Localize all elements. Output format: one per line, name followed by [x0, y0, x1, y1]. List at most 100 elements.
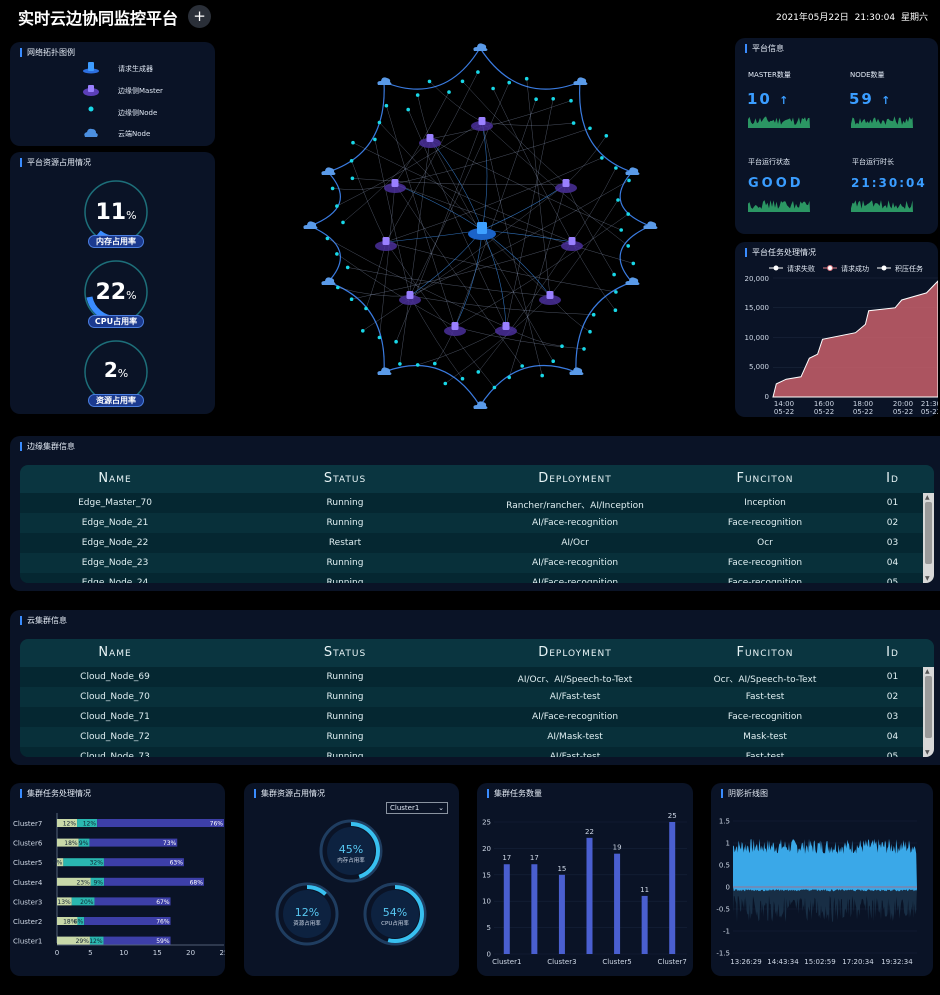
- link: [492, 88, 573, 243]
- col-function[interactable]: Funciton: [670, 471, 860, 486]
- table-cell: Edge_Node_21: [81, 518, 149, 528]
- add-button[interactable]: +: [188, 5, 211, 28]
- cluster-select[interactable]: Cluster1 ⌄: [386, 802, 448, 814]
- x-tick: 05-22: [921, 408, 938, 416]
- cloud-icon: [377, 77, 392, 85]
- table-cell: Restart: [328, 538, 362, 548]
- table-cell: AI/Face-recognition: [531, 558, 619, 568]
- node-dot: [349, 297, 354, 302]
- node-dot: [345, 265, 350, 270]
- master-icon: [399, 291, 421, 305]
- master-sparkline: [748, 116, 810, 128]
- table-cell: Cloud_Node_73: [80, 752, 150, 757]
- legend-item-fail[interactable]: 请求失败: [769, 264, 815, 273]
- task-area-chart: 请求失败 请求成功 积压任务 20,000 15,000 10,000 5,00…: [745, 264, 938, 416]
- table-row[interactable]: Edge_Node_23 Running AI/Face-recognition Fa…: [20, 553, 923, 573]
- col-id[interactable]: Id: [860, 645, 925, 660]
- node-dot: [433, 361, 437, 366]
- x-tick: 14:43:34: [767, 958, 799, 966]
- ring-value: 12%: [295, 906, 319, 919]
- shadow-line-panel: 阴影折线图 1.5 1 0.5 0 -0.5 -1 -1.5 13:26:29 14:43:34…: [711, 783, 933, 976]
- table-row[interactable]: Cloud_Node_72 Running AI/Mask-test Mask-tes…: [20, 727, 923, 747]
- wave-series: [733, 838, 917, 892]
- category-label: Cluster4: [13, 879, 43, 887]
- cluster-count-chart: 0 5 10 15 20 25 17 Cluster1 17 15 Cluster3 22 19 Clus…: [482, 812, 687, 966]
- bar-label: 12%: [83, 821, 97, 828]
- category-label: Cluster5: [13, 859, 42, 867]
- col-deployment[interactable]: Deployment: [480, 645, 670, 660]
- sparkline-area: [851, 116, 913, 128]
- table-row[interactable]: Edge_Node_24 Running AI/Face-recognition Fa…: [20, 573, 923, 583]
- scrollbar[interactable]: ▲ ▼: [923, 667, 934, 757]
- scrollbar[interactable]: ▲ ▼: [923, 493, 934, 583]
- node-dot: [384, 103, 389, 108]
- col-status[interactable]: Status: [210, 645, 480, 660]
- status-label: 平台运行状态: [748, 158, 790, 166]
- col-deployment[interactable]: Deployment: [480, 471, 670, 486]
- col-name[interactable]: Name: [20, 471, 210, 486]
- x-tick: 05-22: [893, 408, 913, 416]
- bar-label: 59%: [156, 938, 170, 945]
- master-icon: [444, 322, 466, 336]
- table-cell: Running: [326, 692, 364, 702]
- y-tick: 25: [482, 819, 491, 827]
- cluster-task-panel: 集群任务处理情况 Cluster7 12% 12% 76% Cluster6 18% 9% 7…: [10, 783, 225, 976]
- x-tick: 15: [153, 949, 162, 957]
- up-arrow-icon: ↑: [881, 94, 893, 107]
- legend-item-backlog[interactable]: 积压任务: [877, 264, 923, 273]
- edge-cluster-table: Name Status Deployment Funciton Id Edge_…: [20, 465, 934, 583]
- node-dot: [520, 364, 524, 368]
- table-header: Name Status Deployment Funciton Id: [20, 639, 934, 667]
- table-cell: Cloud_Node_69: [80, 672, 150, 682]
- generator-icon: [468, 222, 496, 240]
- table-cell: Edge_Master_70: [78, 498, 152, 508]
- table-cell: 04: [886, 732, 899, 742]
- table-cell: AI/Face-recognition: [531, 578, 619, 583]
- x-tick: 20:00: [893, 400, 913, 408]
- table-header: Name Status Deployment Funciton Id: [20, 465, 934, 493]
- x-tick: Cluster7: [658, 958, 687, 966]
- table-row[interactable]: Edge_Node_22 Restart AI/Ocr Ocr 03: [20, 533, 923, 553]
- x-tick: 05-22: [814, 408, 834, 416]
- col-status[interactable]: Status: [210, 471, 480, 486]
- table-row[interactable]: Edge_Master_70 Running Rancher/rancher、AI/…: [20, 493, 923, 513]
- col-function[interactable]: Funciton: [670, 645, 860, 660]
- table-row[interactable]: Cloud_Node_70 Running AI/Fast-test Fast-tes…: [20, 687, 923, 707]
- edge-cluster-title: 边缘集群信息: [20, 442, 75, 451]
- link: [481, 121, 543, 376]
- memory-gauge: 11% 内存占用率: [82, 178, 150, 248]
- table-row[interactable]: Edge_Node_21 Running AI/Face-recognition Fa…: [20, 513, 923, 533]
- node-dot: [349, 159, 354, 163]
- bar-label: 29%: [76, 938, 90, 945]
- node-dot: [415, 363, 420, 367]
- datetime: 2021年05月22日 21:30:04 星期六: [776, 13, 928, 23]
- node-dot: [460, 376, 465, 381]
- bar-label: 32%: [90, 860, 104, 867]
- table-cell: Edge_Node_24: [81, 578, 149, 583]
- table-row[interactable]: Cloud_Node_71 Running AI/Face-recognition F…: [20, 707, 923, 727]
- node-dot: [524, 76, 529, 81]
- table-cell: Running: [326, 518, 364, 528]
- resource-panel: 平台资源占用情况 11% 内存占用率 22% CPU占用率 2% 资源占用率: [10, 152, 215, 414]
- node-dot: [361, 329, 365, 333]
- col-name[interactable]: Name: [20, 645, 210, 660]
- node-dot: [335, 252, 339, 256]
- bar-label: 12%: [63, 821, 77, 828]
- status-sparkline: [748, 200, 810, 212]
- table-row[interactable]: Cloud_Node_69 Running AI/Ocr、AI/Speech-to-…: [20, 667, 923, 687]
- category-label: Cluster7: [13, 820, 42, 828]
- x-tick: Cluster1: [492, 958, 521, 966]
- link: [365, 241, 387, 309]
- gauge-label: 资源占用率: [88, 394, 144, 407]
- node-dot: [540, 373, 544, 378]
- col-id[interactable]: Id: [860, 471, 925, 486]
- legend-label: 边缘侧Node: [118, 109, 158, 117]
- link: [565, 135, 607, 185]
- ring-value: 45%: [339, 843, 363, 856]
- link: [336, 253, 456, 328]
- table-row[interactable]: Cloud_Node_73 Running AI/Fast-test Fast-tes…: [20, 747, 923, 757]
- svg-text:请求失败: 请求失败: [787, 264, 815, 273]
- bar-label: 68%: [190, 879, 204, 886]
- legend-item-success[interactable]: 请求成功: [823, 264, 869, 273]
- network-topology[interactable]: [300, 38, 665, 416]
